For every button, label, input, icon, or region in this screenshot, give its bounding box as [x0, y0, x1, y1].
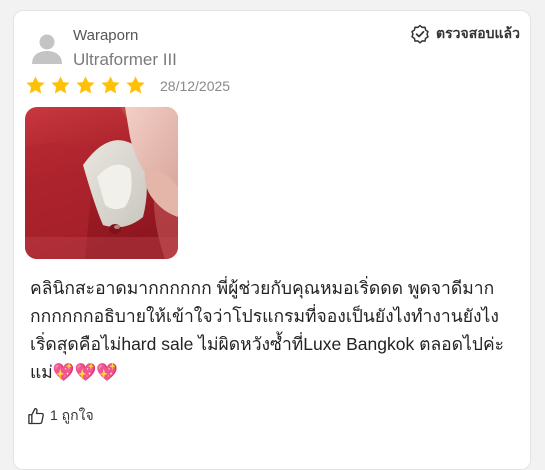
star-icon — [76, 76, 95, 94]
review-card: Waraporn Ultraformer III ตรวจสอบแล้ว 28/… — [13, 10, 531, 470]
star-icon — [126, 76, 145, 94]
verified-badge: ตรวจสอบแล้ว — [410, 23, 520, 45]
review-photo[interactable] — [25, 107, 178, 259]
like-count: 1 ถูกใจ — [50, 407, 94, 423]
product-name: Ultraformer III — [73, 50, 177, 69]
review-photo-image — [25, 107, 178, 259]
review-text: คลินิกสะอาดมากกกกกก พี่ผู้ช่วยกับคุณหมอเ… — [30, 278, 505, 382]
star-icon — [101, 76, 120, 94]
verified-check-icon — [411, 24, 429, 44]
review-date: 28/12/2025 — [160, 77, 231, 94]
reviewer-name: Waraporn — [73, 27, 139, 44]
verified-label: ตรวจสอบแล้ว — [436, 25, 520, 41]
star-icon — [26, 76, 45, 94]
star-rating: 28/12/2025 — [25, 75, 230, 96]
like-button[interactable]: 1 ถูกใจ — [26, 405, 94, 427]
avatar — [30, 31, 64, 65]
star-icon — [51, 76, 70, 94]
user-avatar-icon — [32, 34, 62, 64]
thumbs-up-icon — [28, 407, 44, 425]
